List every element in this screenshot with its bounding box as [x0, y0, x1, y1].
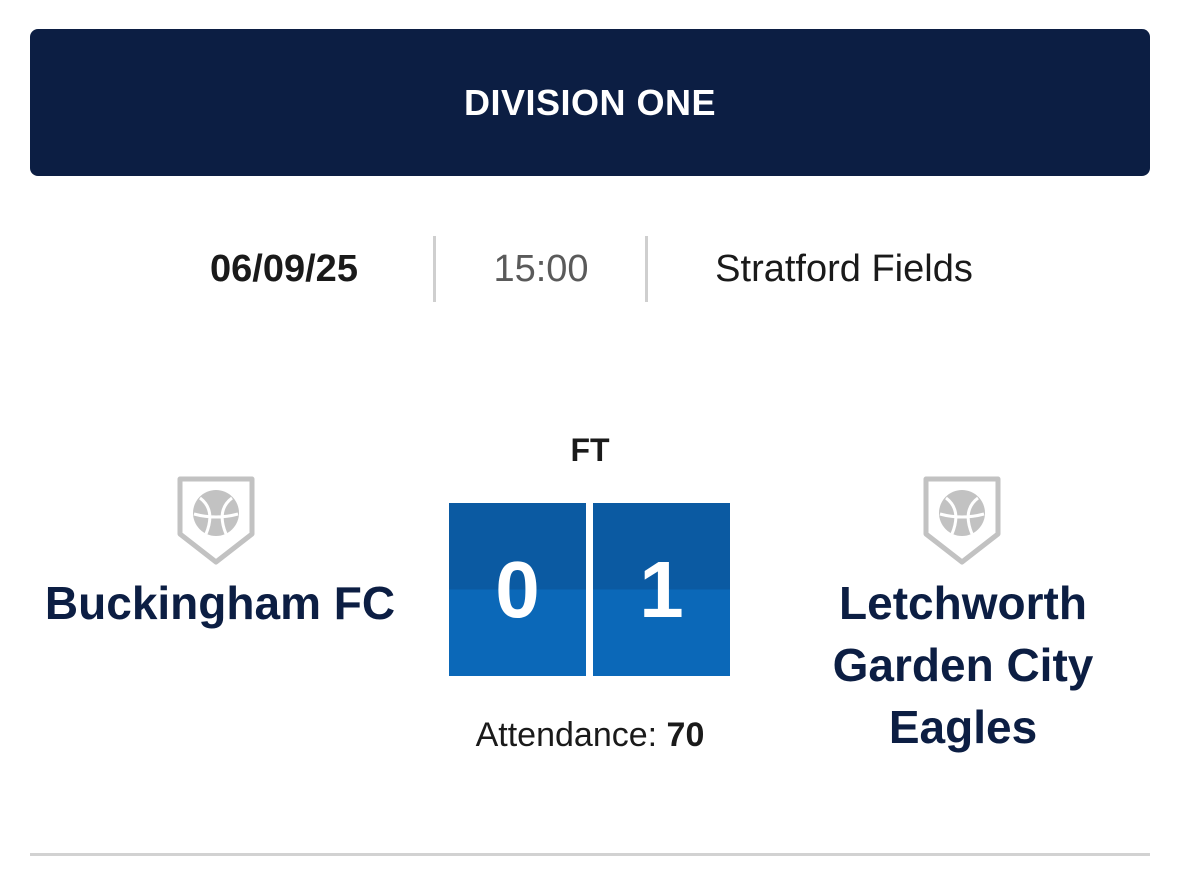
match-date: 06/09/25: [210, 248, 358, 290]
home-club-crest-icon: [176, 476, 256, 566]
bottom-divider: [30, 853, 1150, 856]
match-status: FT: [570, 432, 610, 468]
home-score: 0: [449, 503, 586, 676]
home-team-name[interactable]: Buckingham FC: [20, 572, 420, 634]
match-venue: Stratford Fields: [715, 248, 973, 290]
attendance-label: Attendance:: [475, 716, 658, 754]
division-banner: DIVISION ONE: [30, 29, 1150, 176]
attendance: Attendance: 70: [420, 716, 760, 755]
away-club-crest-icon: [922, 476, 1002, 566]
attendance-value: 70: [666, 716, 705, 754]
away-score: 1: [593, 503, 730, 676]
meta-divider: [645, 236, 648, 302]
division-title: DIVISION ONE: [463, 81, 717, 123]
away-team-name[interactable]: Letchworth Garden City Eagles: [800, 572, 1126, 758]
match-time: 15:00: [493, 248, 589, 290]
match-meta-row: 06/09/25 15:00 Stratford Fields: [0, 236, 1179, 302]
